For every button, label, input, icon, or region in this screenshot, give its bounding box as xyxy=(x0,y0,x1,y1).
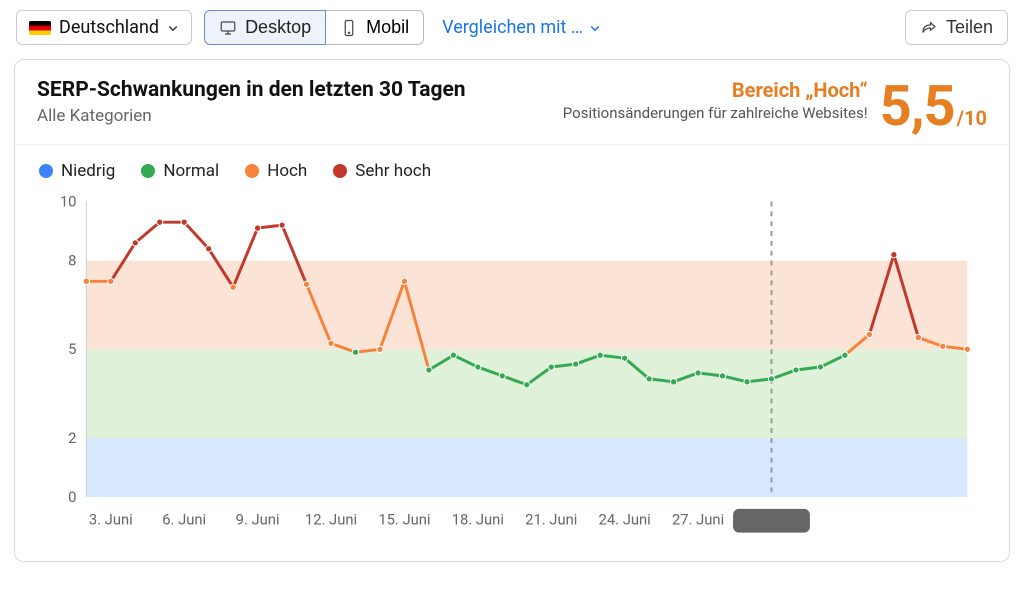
svg-text:8: 8 xyxy=(68,252,76,270)
svg-text:6. Juni: 6. Juni xyxy=(162,511,206,529)
dot-high-icon xyxy=(245,164,259,178)
svg-text:21. Juni: 21. Juni xyxy=(525,511,577,529)
monitor-icon xyxy=(219,19,237,37)
svg-text:9. Juni: 9. Juni xyxy=(236,511,280,529)
card-subtitle: Alle Kategorien xyxy=(37,106,466,126)
svg-text:27. Juni: 27. Juni xyxy=(672,511,724,529)
svg-text:15. Juni: 15. Juni xyxy=(378,511,430,529)
svg-text:24. Juni: 24. Juni xyxy=(599,511,651,529)
device-mobile-label: Mobil xyxy=(366,17,409,38)
svg-text:18. Juni: 18. Juni xyxy=(452,511,504,529)
svg-text:5: 5 xyxy=(68,340,76,358)
country-dropdown[interactable]: Deutschland xyxy=(16,10,192,45)
chart-area: 0 2 5 8 10 3. Juni 6. Juni 9. Juni 12. Juni 15. J… xyxy=(15,185,1009,549)
device-desktop-label: Desktop xyxy=(245,17,311,38)
serp-card: SERP-Schwankungen in den letzten 30 Tage… xyxy=(14,59,1010,562)
chevron-down-icon xyxy=(167,22,179,34)
flag-germany-icon xyxy=(29,21,51,35)
top-toolbar: Deutschland Desktop Mobil Vergleichen mi… xyxy=(0,0,1024,55)
legend-normal: Normal xyxy=(141,161,219,181)
device-segment: Desktop Mobil xyxy=(204,10,424,45)
volatility-chart: 0 2 5 8 10 3. Juni 6. Juni 9. Juni 12. Juni 15. J… xyxy=(39,189,985,549)
share-arrow-icon xyxy=(920,19,938,37)
svg-text:10: 10 xyxy=(60,192,77,210)
country-label: Deutschland xyxy=(59,17,159,38)
chart-legend: Niedrig Normal Hoch Sehr hoch xyxy=(15,145,1009,185)
chevron-down-icon xyxy=(589,22,601,34)
card-title: SERP-Schwankungen in den letzten 30 Tage… xyxy=(37,78,466,102)
svg-text:0: 0 xyxy=(68,488,76,506)
svg-text:12. Juni: 12. Juni xyxy=(305,511,357,529)
legend-very-high: Sehr hoch xyxy=(333,161,431,181)
share-label: Teilen xyxy=(946,17,993,38)
smartphone-icon xyxy=(340,19,358,37)
score-value: 5,5 /10 xyxy=(880,78,987,134)
share-button[interactable]: Teilen xyxy=(905,10,1008,45)
compare-label: Vergleichen mit … xyxy=(442,17,583,38)
svg-text:2: 2 xyxy=(68,429,76,447)
card-header: SERP-Schwankungen in den letzten 30 Tage… xyxy=(15,60,1009,145)
legend-high: Hoch xyxy=(245,161,307,181)
dot-normal-icon xyxy=(141,164,155,178)
dot-very-high-icon xyxy=(333,164,347,178)
score-max: /10 xyxy=(957,108,987,128)
range-label: Bereich „Hoch“ xyxy=(563,78,868,102)
svg-text:3. Juni: 3. Juni xyxy=(89,511,133,529)
dot-low-icon xyxy=(39,164,53,178)
device-desktop-button[interactable]: Desktop xyxy=(204,10,326,45)
device-mobile-button[interactable]: Mobil xyxy=(326,10,424,45)
score-number: 5,5 xyxy=(880,78,955,134)
card-status: Bereich „Hoch“ Positionsänderungen für z… xyxy=(563,78,868,122)
compare-dropdown[interactable]: Vergleichen mit … xyxy=(442,17,601,38)
legend-low: Niedrig xyxy=(39,161,115,181)
range-desc: Positionsänderungen für zahlreiche Websi… xyxy=(563,104,868,122)
